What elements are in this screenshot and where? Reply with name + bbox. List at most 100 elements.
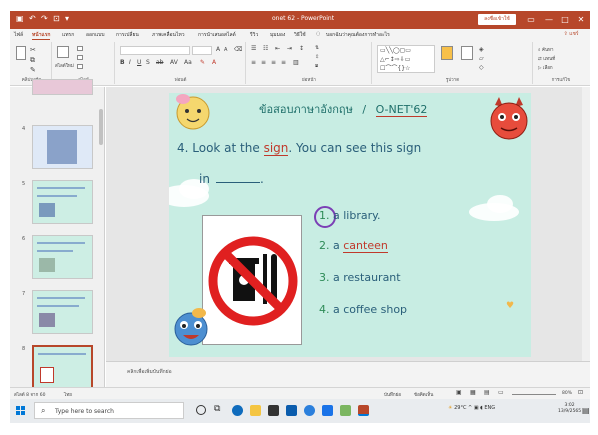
- grow-font-icon[interactable]: A: [216, 46, 220, 53]
- underline-icon[interactable]: U: [137, 59, 141, 66]
- thumbnail-slide-4[interactable]: [32, 125, 93, 169]
- ribbon-display-options-icon[interactable]: ▭: [522, 13, 540, 26]
- slideshow-view-icon[interactable]: ▭: [498, 389, 504, 396]
- shape-outline-icon[interactable]: ▱: [479, 55, 484, 62]
- change-case-icon[interactable]: Aa: [184, 59, 192, 66]
- thumbnail-slide-6[interactable]: [32, 235, 93, 279]
- thumbnails-scrollbar[interactable]: [99, 109, 103, 145]
- powerpoint-taskbar-icon[interactable]: [358, 405, 369, 416]
- shadow-icon[interactable]: S: [146, 59, 150, 66]
- new-slide-button[interactable]: สไลด์ใหม่: [55, 62, 74, 69]
- tab-home[interactable]: หน้าแรก: [32, 31, 51, 40]
- word-icon[interactable]: [322, 405, 333, 416]
- reading-view-icon[interactable]: ▤: [484, 389, 490, 396]
- windows-start-icon[interactable]: [16, 406, 25, 415]
- smartart-icon[interactable]: ⧈: [315, 63, 318, 69]
- highlight-icon[interactable]: ✎: [200, 59, 205, 66]
- tab-slideshow[interactable]: การนำเสนอสไลด์: [198, 31, 236, 39]
- justify-icon[interactable]: ≡: [281, 59, 286, 66]
- current-slide[interactable]: ข้อสอบภาษาอังกฤษ / O-NET'62 4. Look at t…: [169, 93, 531, 357]
- taskbar-search-box[interactable]: ⌕ Type here to search: [34, 402, 184, 419]
- slide-vertical-scrollbar[interactable]: [582, 87, 590, 361]
- numbering-icon[interactable]: ☷: [263, 45, 268, 52]
- tab-help[interactable]: วิธีใช้: [294, 31, 306, 39]
- section-icon[interactable]: [77, 64, 83, 69]
- shape-fill-icon[interactable]: ◈: [479, 46, 484, 53]
- tab-file[interactable]: ไฟล์: [14, 31, 23, 39]
- notifications-icon[interactable]: ▤: [582, 406, 590, 415]
- customize-quick-access-icon[interactable]: ▾: [65, 14, 69, 24]
- cortana-icon[interactable]: [196, 405, 206, 415]
- line-spacing-icon[interactable]: ↕: [299, 45, 304, 52]
- align-right-icon[interactable]: ≡: [271, 59, 276, 66]
- align-text-icon[interactable]: ⇳: [315, 54, 319, 60]
- shapes-gallery[interactable]: ▭╲╲◯▢▭ △⌐↕⇨⇩▭ ☐⌒⌒{}☆: [377, 45, 435, 73]
- tab-view[interactable]: มุมมอง: [270, 31, 285, 39]
- font-size-select[interactable]: [192, 46, 212, 55]
- fit-slide-icon[interactable]: ⊡: [578, 389, 583, 396]
- shrink-font-icon[interactable]: A: [224, 47, 227, 53]
- increase-indent-icon[interactable]: ⇥: [287, 45, 292, 52]
- task-view-icon[interactable]: ⧉: [214, 404, 220, 414]
- decrease-indent-icon[interactable]: ⇤: [275, 45, 280, 52]
- clear-format-icon[interactable]: ⌫: [234, 46, 242, 53]
- bullets-icon[interactable]: ☰: [251, 45, 256, 52]
- paste-icon[interactable]: [16, 46, 26, 60]
- store-icon[interactable]: [268, 405, 279, 416]
- app-icon[interactable]: [340, 405, 351, 416]
- thumbnail-slide-8[interactable]: [32, 345, 93, 389]
- text-direction-icon[interactable]: ⇅: [315, 45, 319, 51]
- mail-icon[interactable]: [286, 405, 297, 416]
- spacing-icon[interactable]: AV: [170, 59, 178, 66]
- thumbnail-slide-3[interactable]: [32, 79, 93, 95]
- language-indicator[interactable]: ไทย: [64, 391, 72, 398]
- network-icon[interactable]: ▣: [474, 405, 479, 411]
- quick-styles-icon[interactable]: [461, 46, 473, 60]
- weather-icon[interactable]: ☀: [448, 405, 452, 411]
- align-center-icon[interactable]: ≡: [261, 59, 266, 66]
- zoom-level[interactable]: 80%: [562, 391, 572, 396]
- notes-toggle[interactable]: บันทึกย่อ: [384, 391, 401, 398]
- cut-icon[interactable]: ✂: [30, 46, 36, 54]
- font-name-select[interactable]: [120, 46, 190, 55]
- sign-in-button[interactable]: ลงชื่อเข้าใช้: [478, 14, 516, 25]
- arrange-icon[interactable]: [441, 46, 453, 60]
- bold-icon[interactable]: B: [120, 59, 125, 66]
- notes-pane[interactable]: คลิกเพื่อเพิ่มบันทึกย่อ: [106, 361, 590, 387]
- redo-icon[interactable]: ↷: [41, 14, 48, 24]
- align-left-icon[interactable]: ≡: [251, 59, 256, 66]
- tab-insert[interactable]: แทรก: [62, 31, 74, 39]
- tab-design[interactable]: ออกแบบ: [86, 31, 105, 39]
- thumbnail-slide-7[interactable]: [32, 290, 93, 334]
- share-button[interactable]: ⇪ แชร์: [556, 30, 586, 39]
- italic-icon[interactable]: I: [129, 59, 131, 66]
- strikethrough-icon[interactable]: ab: [156, 59, 164, 66]
- thumbnail-slide-5[interactable]: [32, 180, 93, 224]
- slide-sorter-icon[interactable]: ▦: [470, 389, 476, 396]
- tab-animations[interactable]: ภาพเคลื่อนไหว: [152, 31, 185, 39]
- layout-icon[interactable]: [77, 46, 83, 51]
- new-slide-icon[interactable]: [57, 46, 69, 58]
- columns-icon[interactable]: ▥: [293, 59, 299, 66]
- find-button[interactable]: ⌕ ค้นหา: [538, 46, 554, 53]
- file-explorer-icon[interactable]: [250, 405, 261, 416]
- normal-view-icon[interactable]: ▣: [456, 389, 462, 396]
- chrome-icon[interactable]: [304, 405, 315, 416]
- weather-temp[interactable]: 29°C: [454, 405, 466, 411]
- undo-icon[interactable]: ↶: [29, 14, 36, 24]
- tray-chevron-icon[interactable]: ^: [468, 405, 472, 411]
- tab-transitions[interactable]: การเปลี่ยน: [116, 31, 139, 39]
- replace-button[interactable]: ⇄ แทนที่: [538, 55, 555, 62]
- font-color-icon[interactable]: A: [212, 59, 216, 66]
- present-icon[interactable]: ⊡: [53, 14, 60, 24]
- lang-indicator[interactable]: ENG: [484, 405, 495, 411]
- comments-toggle[interactable]: ข้อคิดเห็น: [414, 391, 433, 398]
- edge-icon[interactable]: [232, 405, 243, 416]
- copy-icon[interactable]: ⧉: [30, 56, 35, 65]
- shape-effects-icon[interactable]: ◇: [479, 64, 484, 71]
- tab-review[interactable]: รีวิว: [250, 31, 258, 39]
- zoom-slider[interactable]: [512, 394, 556, 395]
- close-button[interactable]: ✕: [572, 13, 590, 26]
- reset-icon[interactable]: [77, 55, 83, 60]
- taskbar-clock[interactable]: 3:02 13/9/2565: [558, 403, 581, 415]
